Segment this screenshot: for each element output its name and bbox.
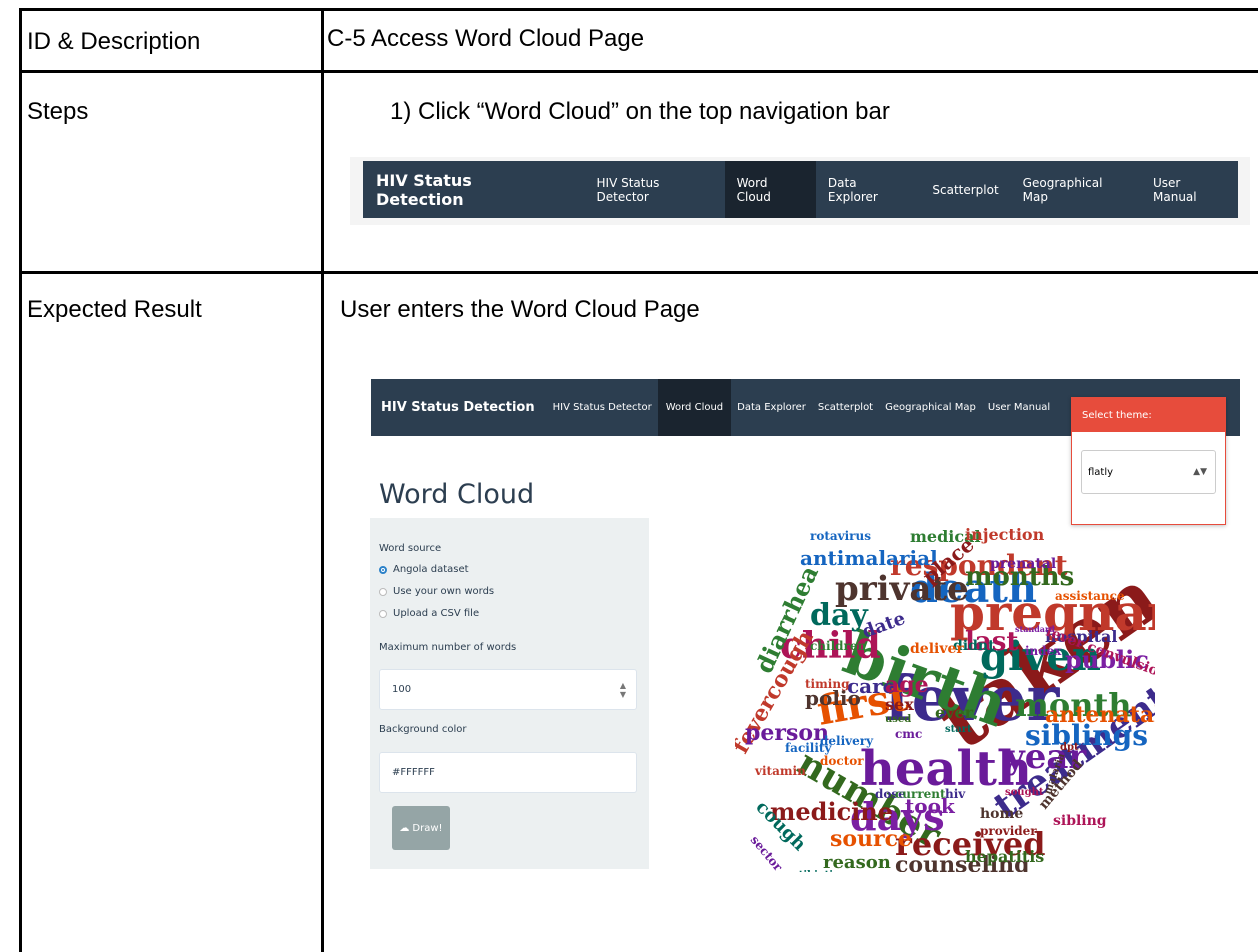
spinner-icon[interactable]: ▲ ▼ [620, 681, 626, 699]
table-column-divider [321, 8, 324, 952]
nav-item-word-cloud[interactable]: Word Cloud [657, 379, 732, 436]
table-border-top [19, 8, 1258, 11]
nav-item-scatterplot[interactable]: Scatterplot [812, 379, 879, 436]
theme-selector-label: Select theme: [1072, 398, 1225, 432]
nav-item-geographical-map[interactable]: Geographical Map [879, 379, 982, 436]
radio-icon [379, 587, 387, 596]
row2-value: 1) Click “Word Cloud” on the top navigat… [390, 98, 890, 125]
word-cloud-word: sex [885, 695, 914, 714]
nav-item-user-manual[interactable]: User Manual [1141, 161, 1238, 218]
word-cloud-word: start [945, 724, 972, 735]
theme-select-value: flatly [1088, 466, 1114, 478]
row1-value: C-5 Access Word Cloud Page [327, 25, 645, 52]
navbar-brand[interactable]: HIV Status Detection [376, 171, 561, 209]
word-cloud-word: antenatal [1045, 702, 1155, 728]
word-cloud-word: hiv [945, 787, 966, 801]
word-cloud-word: pneumococcal [905, 871, 1002, 872]
table-row-divider-2 [19, 271, 1258, 274]
word-cloud-word: assistance [1055, 589, 1125, 603]
draw-button[interactable]: ☁ Draw! [392, 806, 450, 850]
word-cloud-word: home [980, 806, 1023, 822]
word-cloud-image: takenfeverbirthpregnancyhealthdeathfirst… [735, 525, 1155, 872]
nav-item-hiv-status-detector[interactable]: HIV Status Detector [547, 379, 658, 436]
radio-upload-csv[interactable]: Upload a CSV file [379, 608, 479, 619]
background-color-input[interactable]: #FFFFFF [379, 752, 637, 793]
word-cloud-word: injection [965, 525, 1045, 544]
nav-item-data-explorer[interactable]: Data Explorer [816, 161, 920, 218]
radio-icon [379, 609, 387, 618]
nav-item-hiv-status-detector[interactable]: HIV Status Detector [585, 161, 725, 218]
max-words-value: 100 [392, 684, 412, 695]
navbar-brand[interactable]: HIV Status Detection [381, 400, 535, 415]
radio-angola-dataset[interactable]: Angola dataset [379, 564, 469, 575]
word-cloud-word: rotavirus [810, 529, 871, 543]
background-color-label: Background color [379, 724, 467, 735]
word-cloud-word: sought [1005, 787, 1044, 798]
word-cloud-word: source [830, 826, 912, 852]
table-border-left [19, 8, 22, 952]
word-cloud-word: children [810, 639, 866, 653]
background-color-value: #FFFFFF [392, 767, 435, 778]
word-cloud-word: antimalarial [800, 546, 938, 570]
word-cloud-word: reason [823, 852, 891, 872]
nav-item-geographical-map[interactable]: Geographical Map [1011, 161, 1141, 218]
nav-item-scatterplot[interactable]: Scatterplot [920, 161, 1010, 218]
page-title: Word Cloud [379, 479, 535, 510]
select-arrows-icon: ▲▼ [1193, 467, 1207, 477]
theme-selector-panel: Select theme: flatly ▲▼ [1071, 397, 1226, 525]
word-cloud-word: ever [935, 703, 974, 722]
word-cloud-word: standard [1015, 624, 1055, 634]
nav-item-data-explorer[interactable]: Data Explorer [731, 379, 812, 436]
row3-value: User enters the Word Cloud Page [340, 296, 700, 323]
word-cloud-word: deliver [910, 641, 964, 657]
max-words-input[interactable]: 100 ▲ ▼ [379, 669, 637, 710]
cloud-icon: ☁ [399, 822, 410, 834]
word-cloud-word: delivery [820, 734, 874, 748]
word-cloud-word: antibiotic [785, 870, 839, 872]
word-cloud-word: current [895, 787, 946, 801]
nav-item-user-manual[interactable]: User Manual [982, 379, 1056, 436]
word-cloud-word: provider [980, 824, 1037, 838]
row3-label: Expected Result [27, 296, 202, 323]
draw-button-label: Draw! [412, 822, 443, 834]
word-cloud-word: index [1025, 644, 1062, 658]
row2-label: Steps [27, 98, 89, 125]
word-cloud-word: hepatitis [965, 847, 1044, 866]
sidebar-panel: Word source Angola dataset Use your own … [370, 518, 649, 869]
radio-use-own-words[interactable]: Use your own words [379, 586, 494, 597]
table-row-divider-1 [19, 70, 1258, 73]
word-cloud-word: vitamin [754, 764, 806, 778]
word-cloud-word: cmc [895, 727, 922, 741]
word-cloud-word: used [885, 714, 911, 725]
radio-selected-icon [379, 565, 387, 574]
word-cloud-word: doctor [820, 754, 864, 768]
word-cloud-word: sibling [1053, 813, 1107, 829]
theme-select[interactable]: flatly ▲▼ [1081, 450, 1216, 494]
radio-label: Angola dataset [393, 564, 469, 575]
navbar-screenshot-steps: HIV Status Detection HIV Status Detector… [363, 161, 1238, 218]
max-words-label: Maximum number of words [379, 642, 517, 653]
word-cloud-word: prenatal [990, 556, 1056, 572]
row1-label: ID & Description [27, 28, 201, 55]
word-source-label: Word source [379, 543, 442, 554]
radio-label: Use your own words [393, 586, 495, 597]
word-cloud-word: dpt [1060, 742, 1079, 753]
word-cloud-word: timing [805, 677, 850, 691]
nav-item-word-cloud[interactable]: Word Cloud [724, 161, 816, 218]
radio-label: Upload a CSV file [393, 608, 480, 619]
